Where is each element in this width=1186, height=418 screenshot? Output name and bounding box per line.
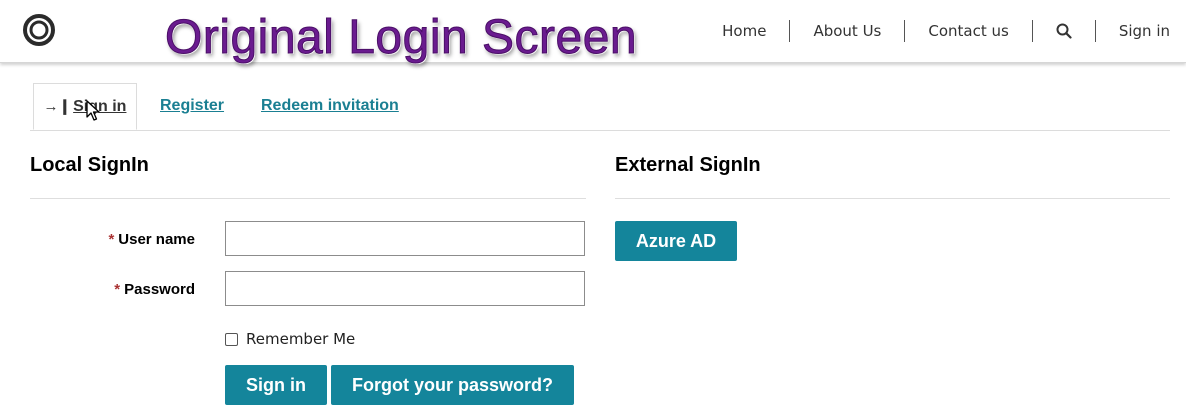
external-signin-heading: External SignIn [615, 154, 761, 176]
local-divider [30, 198, 586, 199]
remember-me-row: Remember Me [225, 330, 355, 348]
search-icon[interactable] [1056, 23, 1072, 39]
nav-home[interactable]: Home [699, 19, 789, 43]
sign-in-button[interactable]: Sign in [225, 365, 327, 405]
azure-ad-button[interactable]: Azure AD [615, 221, 737, 261]
nav-sign-in[interactable]: Sign in [1096, 19, 1170, 43]
mouse-pointer-icon [86, 100, 100, 121]
tab-redeem-invitation[interactable]: Redeem invitation [261, 83, 399, 129]
tab-sign-in[interactable]: →❙ Sign in [33, 83, 137, 130]
forgot-password-button[interactable]: Forgot your password? [331, 365, 574, 405]
username-label-text: User name [118, 231, 195, 248]
overlay-title: Original Login Screen [164, 11, 638, 64]
required-marker: * [114, 281, 121, 298]
password-input[interactable] [225, 271, 585, 306]
auth-tabs: →❙ Sign in Register Redeem invitation [30, 83, 1170, 131]
remember-me-checkbox[interactable] [225, 332, 238, 346]
nav-about-us[interactable]: About Us [790, 19, 904, 43]
sign-in-arrow-icon: →❙ [43, 98, 72, 115]
circle-logo-icon[interactable] [22, 13, 56, 47]
password-label-text: Password [124, 281, 195, 298]
local-signin-heading: Local SignIn [30, 154, 149, 176]
remember-me-label[interactable]: Remember Me [246, 330, 355, 348]
required-marker: * [108, 231, 115, 248]
tab-register[interactable]: Register [160, 83, 224, 129]
top-nav: Home About Us Contact us Sign in [699, 19, 1170, 43]
nav-contact-us[interactable]: Contact us [905, 19, 1031, 43]
site-header: Original Login Screen Home About Us Cont… [0, 0, 1186, 63]
username-input[interactable] [225, 221, 585, 256]
external-divider [615, 198, 1170, 199]
password-label: * Password [25, 281, 195, 298]
search-button[interactable] [1033, 19, 1095, 43]
username-label: * User name [25, 231, 195, 248]
